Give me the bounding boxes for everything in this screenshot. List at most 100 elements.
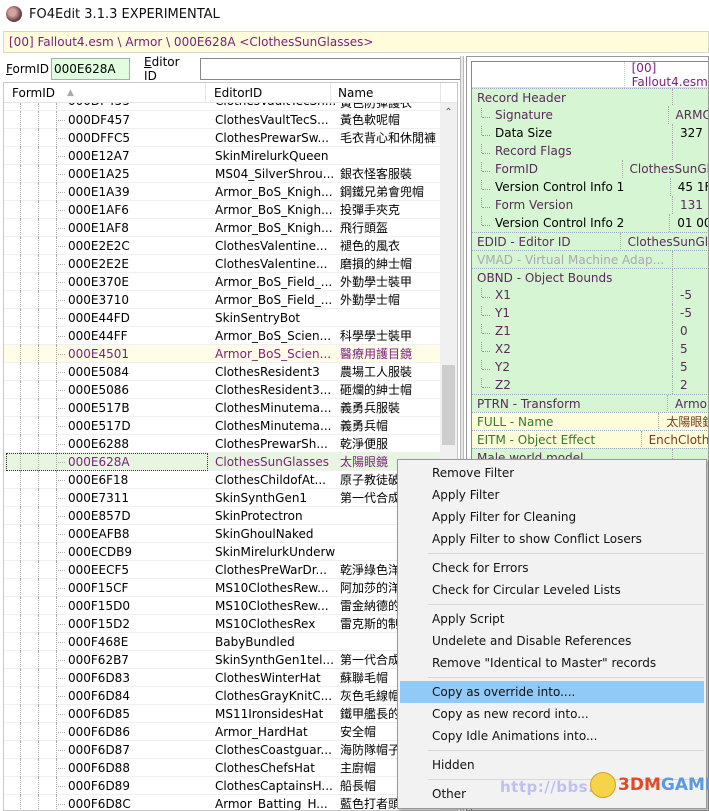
record-field-row[interactable]: EDID - Editor ID ClothesSunGlasses [472,232,708,251]
record-list[interactable]: FormID ▲ EditorID Name 000DF455 ClothesVa… [3,82,458,811]
list-row[interactable]: 000F6D86 Armor_HardHat 安全帽 [4,723,440,741]
list-row[interactable]: 000F15D2 MS10ClothesRex 雷克斯的制 [4,615,440,633]
record-field-value[interactable]: Armor [667,394,708,413]
list-row[interactable]: 000E517D ClothesMinutema... 義勇兵帽 [4,417,440,435]
list-row[interactable]: 000DFFC5 ClothesPrewarSw... 毛衣背心和休閒褲 [4,129,440,147]
column-header-editorid[interactable]: EditorID [206,83,331,103]
list-row[interactable]: 000F6D8C Armor_Batting_H... 藍色打者頭 [4,795,440,810]
record-field-row[interactable]: Y2 5 [472,358,708,376]
menu-item-remove-filter[interactable]: Remove Filter [398,462,706,484]
list-row[interactable]: 000E6288 ClothesPrewarSh... 乾淨便服 [4,435,440,453]
list-row[interactable]: 000E5084 ClothesResident3 農場工人服裝 [4,363,440,381]
list-row[interactable]: 000F6D87 ClothesCoastguar... 海防隊帽子 [4,741,440,759]
record-field-row[interactable]: Version Control Info 2 01 00 [472,214,708,232]
record-field-row[interactable]: Signature ARMO [472,106,708,124]
list-row[interactable]: 000E7311 SkinSynthGen1 第一代合成 [4,489,440,507]
list-row[interactable]: 000EAFB8 SkinGhoulNaked [4,525,440,543]
record-field-value[interactable]: EnchClothes [640,430,708,449]
record-field-row[interactable]: OBND - Object Bounds [472,268,708,287]
list-row[interactable]: 000F6D83 ClothesWinterHat 蘇聯毛帽 [4,669,440,687]
list-row[interactable]: 000E517B ClothesMinutema... 義勇兵服裝 [4,399,440,417]
record-field-row[interactable]: Version Control Info 1 45 1F [472,178,708,196]
list-row[interactable]: 000E628A ClothesSunGlasses 太陽眼鏡 [4,453,440,471]
list-row[interactable]: 000F6D84 ClothesGrayKnitC... 灰色毛線帽 [4,687,440,705]
list-row[interactable]: 000E857D SkinProtectron [4,507,440,525]
record-field-row[interactable]: X1 -5 [472,286,708,304]
list-row[interactable]: 000DF457 ClothesVaultTecS... 黃色軟呢帽 [4,111,440,129]
list-row[interactable]: 000E12A7 SkinMirelurkQueen [4,147,440,165]
menu-item-check-for-circular-leveled-lists[interactable]: Check for Circular Leveled Lists [398,579,706,601]
record-field-value[interactable]: 5 [672,340,688,358]
list-row[interactable]: 000E1A39 Armor_BoS_Knigh... 鋼鐵兄弟會兜帽 [4,183,440,201]
record-field-row[interactable]: VMAD - Virtual Machine Adap... [472,250,708,269]
record-field-row[interactable]: Form Version 131 [472,196,708,214]
list-row[interactable]: 000F6D85 MS11IronsidesHat 鐵甲艦長的 [4,705,440,723]
list-row[interactable]: 000EECF5 ClothesPreWarDr... 乾淨綠色洋 [4,561,440,579]
plugin-column-header[interactable]: [00] Fallout4.esm [623,61,708,89]
list-row-partial[interactable]: 000DF455 ClothesVaultTecSh... 黃色防彈護衣 [4,103,440,111]
menu-item-apply-filter-for-cleaning[interactable]: Apply Filter for Cleaning [398,506,706,528]
record-field-value[interactable]: -5 [672,304,692,322]
list-row[interactable]: 000E1AF6 Armor_BoS_Knigh... 投彈手夾克 [4,201,440,219]
record-field-value[interactable]: 45 1F [669,178,708,196]
editorid-input[interactable] [199,58,462,80]
record-field-value[interactable]: ClothesSunGlasses [621,160,708,178]
record-field-value[interactable]: ARMO [667,106,708,124]
record-field-value[interactable] [672,268,680,287]
record-field-value[interactable]: -5 [672,286,692,304]
menu-item-copy-as-override-into[interactable]: Copy as override into.... [400,681,704,703]
record-field-row[interactable]: Y1 -5 [472,304,708,322]
record-field-row[interactable]: PTRN - Transform Armor [472,394,708,413]
scroll-up-icon[interactable]: ⌃ [440,107,457,121]
menu-item-apply-filter-to-show-conflict-losers[interactable]: Apply Filter to show Conflict Losers [398,528,706,550]
list-row[interactable]: 000E1AF8 Armor_BoS_Knigh... 飛行頭盔 [4,219,440,237]
list-row[interactable]: 000F6D89 ClothesCaptainsH... 船長帽 [4,777,440,795]
record-field-row[interactable]: Data Size 327 [472,124,708,142]
scrollbar-thumb[interactable] [442,365,455,445]
list-row[interactable]: 000F62B7 SkinSynthGen1tel... 第一代合成 [4,651,440,669]
list-row[interactable]: 000E2E2C ClothesValentine... 褪色的風衣 [4,237,440,255]
menu-item-copy-idle-animations-into[interactable]: Copy Idle Animations into... [398,725,706,747]
list-row[interactable]: 000F468E BabyBundled [4,633,440,651]
menu-item-apply-script[interactable]: Apply Script [398,608,706,630]
record-field-value[interactable] [672,250,680,269]
column-header-name[interactable]: Name [331,83,441,103]
record-field-row[interactable]: Z1 0 [472,322,708,340]
list-row[interactable]: 000F15CF MS10ClothesRew... 阿加莎的洋 [4,579,440,597]
menu-item-copy-as-new-record-into[interactable]: Copy as new record into... [398,703,706,725]
list-row[interactable]: 000E6F18 ClothesChildofAt... 原子教徒破 [4,471,440,489]
menu-item-undelete-and-disable-references[interactable]: Undelete and Disable References [398,630,706,652]
menu-item-remove-identical-to-master-records[interactable]: Remove "Identical to Master" records [398,652,706,674]
list-row[interactable]: 000E370E Armor_BoS_Field_... 外勤學士裝甲 [4,273,440,291]
menu-item-apply-filter[interactable]: Apply Filter [398,484,706,506]
record-field-value[interactable]: 太陽眼鏡 [658,412,708,431]
record-field-value[interactable] [672,142,680,160]
menu-item-check-for-errors[interactable]: Check for Errors [398,557,706,579]
record-field-value[interactable]: 131 [672,196,703,214]
record-field-row[interactable]: FormIDClothesSunGlasses [472,160,708,178]
record-field-value[interactable]: 0 [672,322,688,340]
record-field-row[interactable]: Record Flags [472,142,708,160]
record-field-value[interactable]: 01 00 [669,214,708,232]
record-field-row[interactable]: Z2 2 [472,376,708,394]
list-row[interactable]: 000ECDB9 SkinMirelurkUnderwater [4,543,440,561]
record-field-value[interactable]: 2 [672,376,688,394]
list-row[interactable]: 000E1A25 MS04_SilverShrou... 銀衣怪客服裝 [4,165,440,183]
record-field-value[interactable]: 327 [672,124,703,142]
list-row[interactable]: 000F6D88 ClothesChefsHat 主廚帽 [4,759,440,777]
formid-input[interactable] [51,58,131,80]
record-field-row[interactable]: FULL - Name 太陽眼鏡 [472,412,708,431]
list-row[interactable]: 000E4501 Armor_BoS_Scien... 醫療用護目鏡 [4,345,440,363]
record-field-row[interactable]: X2 5 [472,340,708,358]
record-field-value[interactable]: ClothesSunGlasses [619,232,708,251]
record-field-row[interactable]: EITM - Object Effect EnchClothes [472,430,708,449]
record-field-value[interactable] [672,88,680,107]
list-row[interactable]: 000E3710 Armor_BoS_Field_... 外勤學士帽 [4,291,440,309]
list-row[interactable]: 000E44FF Armor_BoS_Scien... 科學學士裝甲 [4,327,440,345]
list-row[interactable]: 000E44FD SkinSentryBot [4,309,440,327]
record-field-row[interactable]: Record Header [472,88,708,107]
list-row[interactable]: 000F15D0 MS10ClothesRew... 雷金納德的 [4,597,440,615]
list-row[interactable]: 000E2E2E ClothesValentine... 磨損的紳士帽 [4,255,440,273]
list-row[interactable]: 000E5086 ClothesResident3... 砸爛的紳士帽 [4,381,440,399]
record-field-value[interactable]: 5 [672,358,688,376]
